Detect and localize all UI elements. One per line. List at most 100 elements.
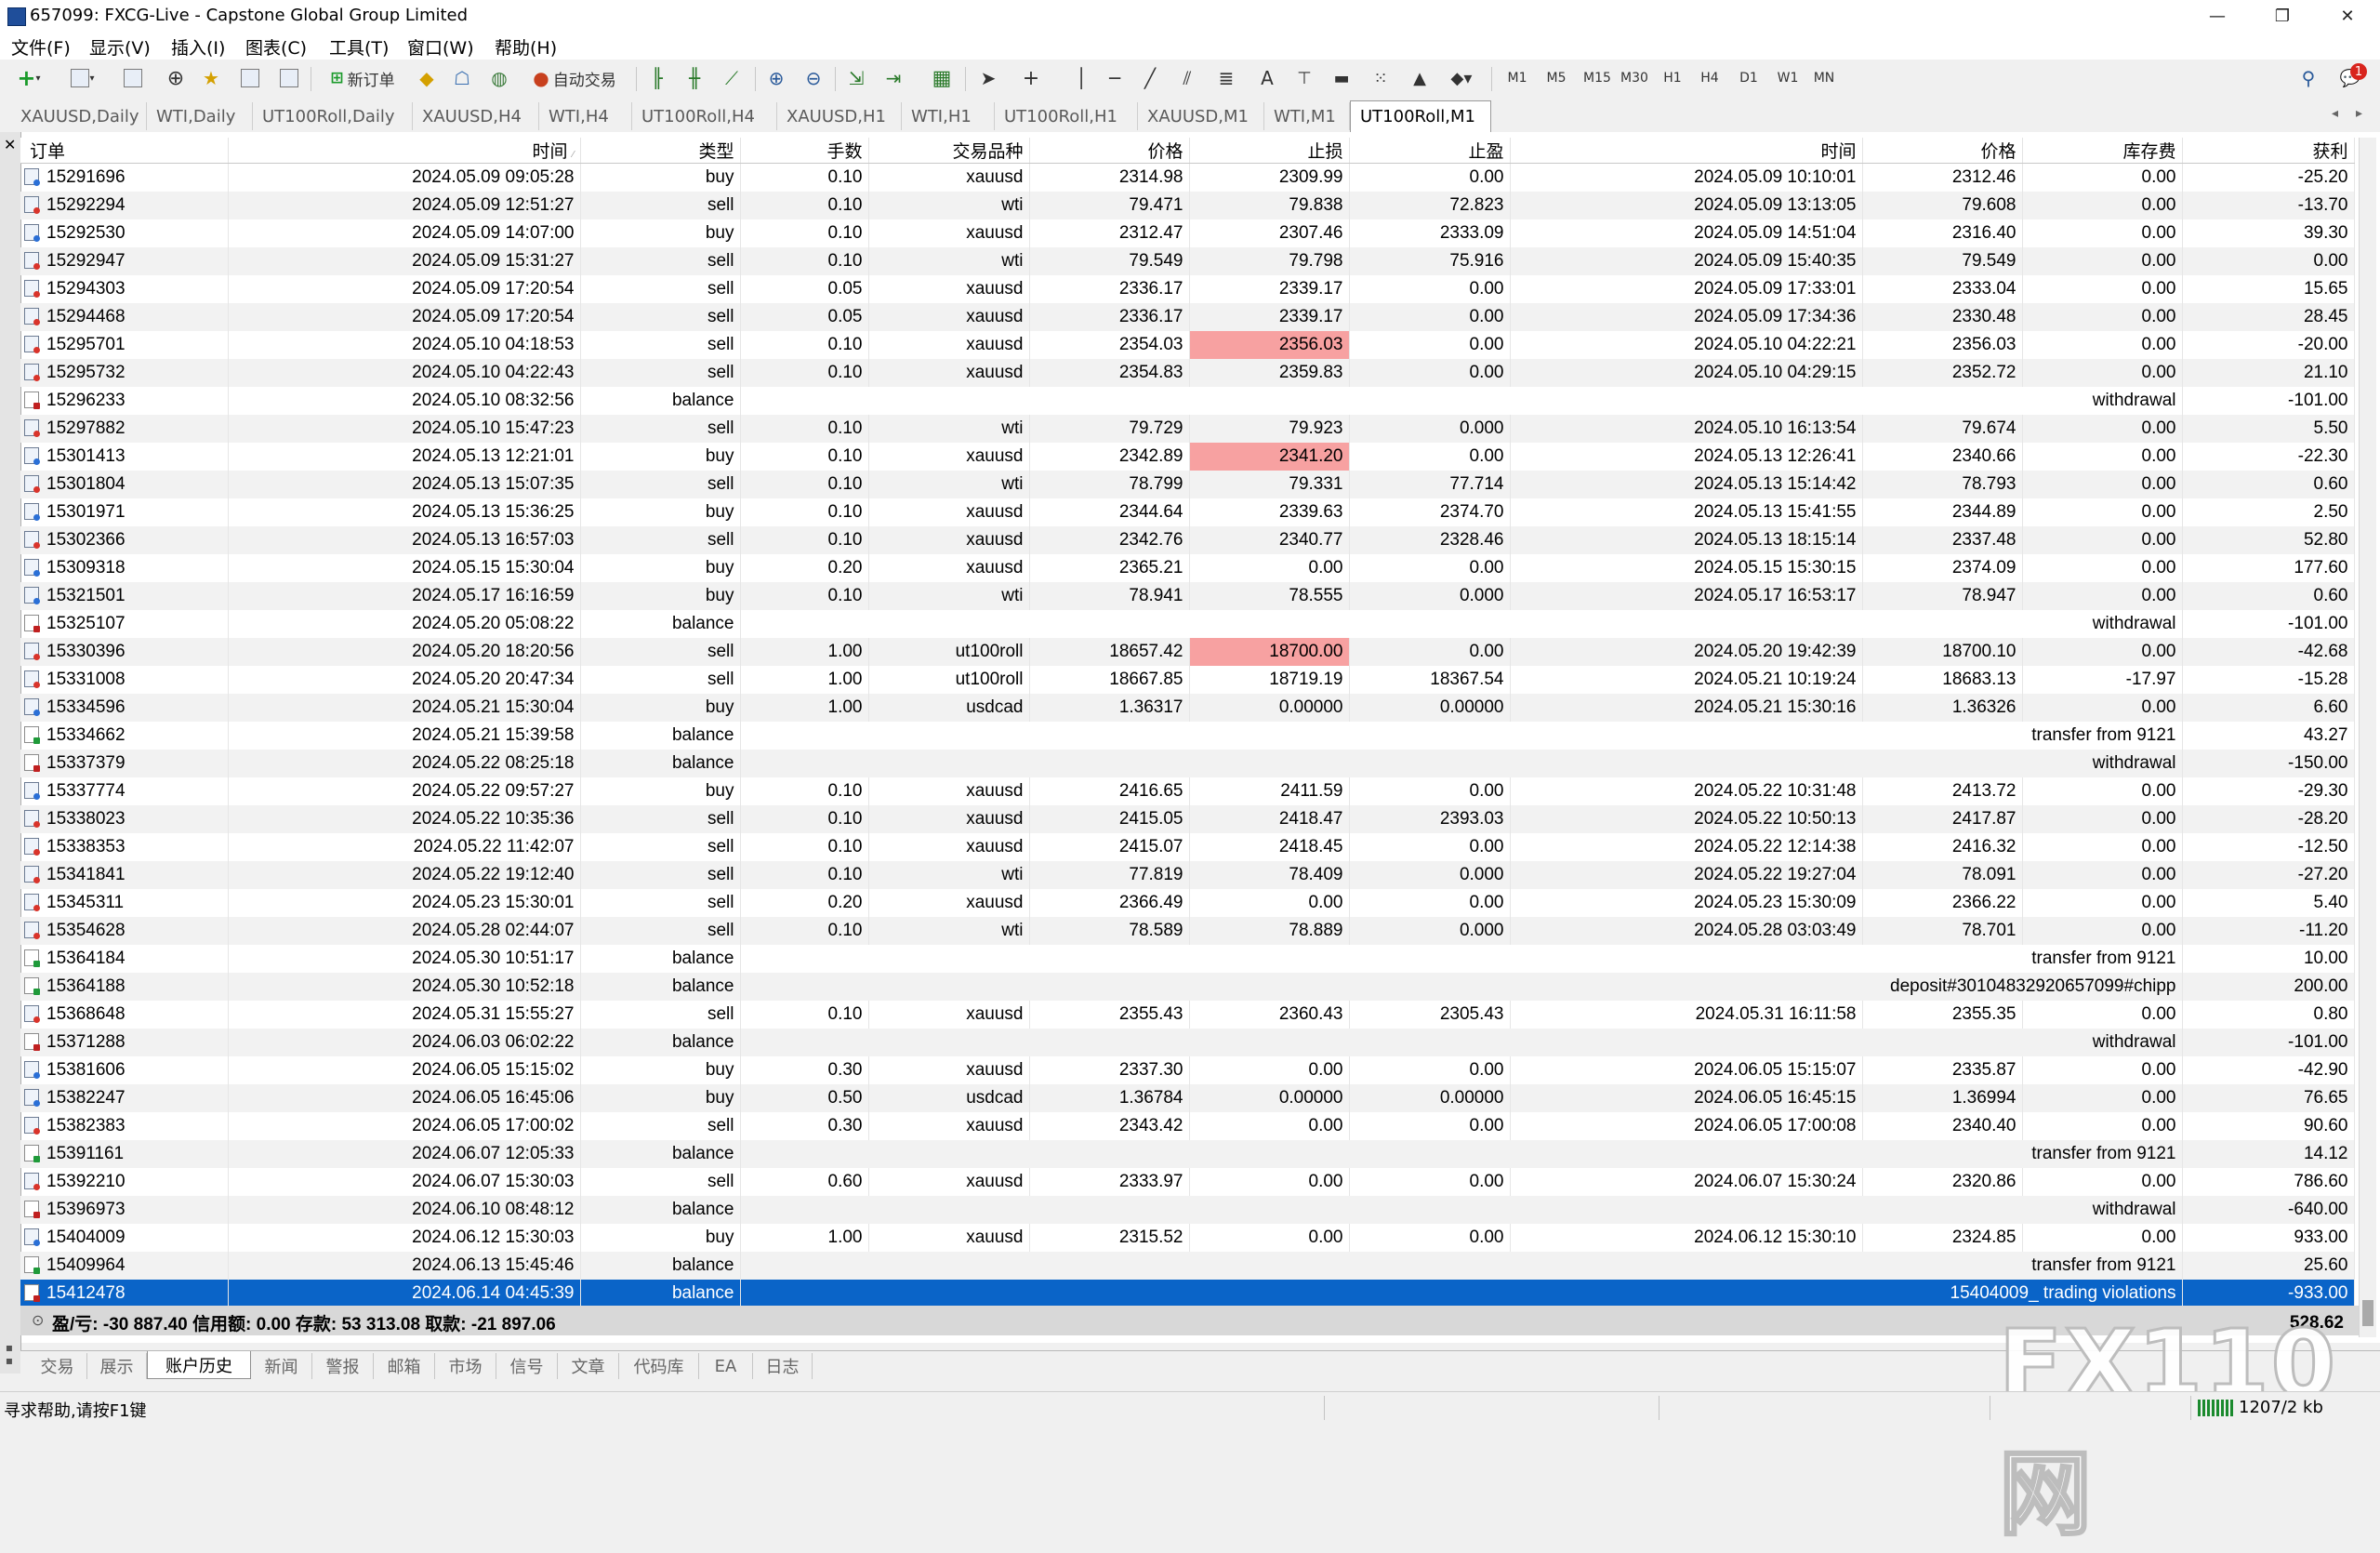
table-row[interactable]: 15409964 2024.06.13 15:45:46 balance transf… bbox=[20, 1252, 2355, 1280]
new-order-button[interactable]: ⊞ 新订单 bbox=[320, 65, 405, 91]
tab-trade[interactable]: 交易 bbox=[28, 1353, 87, 1379]
table-row[interactable]: 15331008 2024.05.20 20:47:34 sell 1.00 ut100… bbox=[20, 666, 2355, 694]
search-button[interactable]: ⚲ bbox=[2294, 65, 2322, 91]
auto-trading-button[interactable]: ● 自动交易 bbox=[522, 65, 627, 91]
menu-charts[interactable]: 图表(C) bbox=[245, 34, 307, 60]
col-close-time[interactable]: 时间 bbox=[1510, 138, 1863, 164]
table-row[interactable]: 15392210 2024.06.07 15:30:03 sell 0.60 xauus… bbox=[20, 1168, 2355, 1196]
close-terminal-icon[interactable]: ✕ bbox=[4, 136, 16, 153]
chart-tab-wti-m1[interactable]: WTI,M1 bbox=[1264, 102, 1350, 130]
metaeditor-button[interactable]: ◆ bbox=[413, 65, 441, 91]
table-row[interactable]: 15391161 2024.06.07 12:05:33 balance transf… bbox=[20, 1140, 2355, 1168]
chart-tab-xauusd-h4[interactable]: XAUUSD,H4 bbox=[413, 102, 539, 130]
table-row[interactable]: 15295701 2024.05.10 04:18:53 sell 0.10 xauus… bbox=[20, 331, 2355, 359]
tab-scroll-left-icon[interactable]: ◂ bbox=[2332, 106, 2338, 121]
table-row[interactable]: 15295732 2024.05.10 04:22:43 sell 0.10 xauus… bbox=[20, 359, 2355, 387]
cursor-button[interactable]: ➤ bbox=[974, 65, 1002, 91]
text-button[interactable]: A bbox=[1253, 65, 1281, 91]
tab-mailbox[interactable]: 邮箱 bbox=[374, 1353, 435, 1379]
timeframe-m15[interactable]: M15 bbox=[1577, 65, 1618, 91]
vertical-scrollbar[interactable] bbox=[2359, 138, 2376, 1337]
table-row[interactable]: 15292294 2024.05.09 12:51:27 sell 0.10 wti 79… bbox=[20, 192, 2355, 219]
data-window-button[interactable]: ⊕ bbox=[162, 65, 190, 91]
notifications-button[interactable]: 💬 1 bbox=[2332, 63, 2369, 91]
terminal-button[interactable] bbox=[236, 65, 264, 91]
table-row[interactable]: 15297882 2024.05.10 15:47:23 sell 0.10 wti 79… bbox=[20, 415, 2355, 443]
table-row[interactable]: 15338023 2024.05.22 10:35:36 sell 0.10 xauus… bbox=[20, 805, 2355, 833]
table-row[interactable]: 15292947 2024.05.09 15:31:27 sell 0.10 wti 79… bbox=[20, 247, 2355, 275]
table-row[interactable]: 15334662 2024.05.21 15:39:58 balance transf… bbox=[20, 722, 2355, 750]
col-take-profit[interactable]: 止盈 bbox=[1349, 138, 1511, 164]
tab-journal[interactable]: 日志 bbox=[753, 1353, 813, 1379]
table-row[interactable]: 15404009 2024.06.12 15:30:03 buy 1.00 xauusd… bbox=[20, 1224, 2355, 1252]
zoom-out-button[interactable]: ⊖ bbox=[800, 65, 827, 91]
gann-button[interactable]: ⁙ bbox=[1367, 65, 1395, 91]
menu-tools[interactable]: 工具(T) bbox=[329, 34, 389, 60]
chart-tab-wti-daily[interactable]: WTI,Daily bbox=[147, 102, 253, 130]
table-row[interactable]: 15291696 2024.05.09 09:05:28 buy 0.10 xauusd… bbox=[20, 163, 2355, 192]
chart-tab-xauusd-daily[interactable]: XAUUSD,Daily bbox=[11, 102, 147, 130]
table-row[interactable]: 15294303 2024.05.09 17:20:54 sell 0.05 xauus… bbox=[20, 275, 2355, 303]
table-row[interactable]: 15381606 2024.06.05 15:15:02 buy 0.30 xauusd… bbox=[20, 1056, 2355, 1084]
channel-button[interactable]: ⫽ bbox=[1173, 65, 1201, 91]
timeframe-mn[interactable]: MN bbox=[1807, 65, 1841, 91]
tab-code-base[interactable]: 代码库 bbox=[619, 1353, 699, 1379]
chart-tab-xauusd-m1[interactable]: XAUUSD,M1 bbox=[1138, 102, 1264, 130]
tab-exposure[interactable]: 展示 bbox=[87, 1353, 147, 1379]
tab-news[interactable]: 新闻 bbox=[251, 1353, 312, 1379]
chart-tab-ut100roll-h1[interactable]: UT100Roll,H1 bbox=[995, 102, 1138, 130]
zoom-in-button[interactable]: ⊕ bbox=[762, 65, 790, 91]
candlestick-button[interactable]: ╫ bbox=[681, 65, 708, 91]
timeframe-m5[interactable]: M5 bbox=[1540, 65, 1573, 91]
auto-scroll-button[interactable]: ⇲ bbox=[842, 65, 870, 91]
chart-tab-ut100roll-m1[interactable]: UT100Roll,M1 bbox=[1350, 100, 1491, 132]
profiles-button[interactable]: ▾ bbox=[60, 65, 106, 91]
timeframe-m1[interactable]: M1 bbox=[1501, 65, 1534, 91]
table-row[interactable]: 15338353 2024.05.22 11:42:07 sell 0.10 xauus… bbox=[20, 833, 2355, 861]
tab-scroll-right-icon[interactable]: ▸ bbox=[2356, 106, 2362, 121]
menu-help[interactable]: 帮助(H) bbox=[495, 34, 557, 60]
table-row[interactable]: 15396973 2024.06.10 08:48:12 balance withdr… bbox=[20, 1196, 2355, 1224]
minimize-button[interactable]: — bbox=[2185, 0, 2250, 32]
tester-button[interactable] bbox=[275, 65, 303, 91]
chart-tab-wti-h1[interactable]: WTI,H1 bbox=[902, 102, 995, 130]
table-row[interactable]: 15334596 2024.05.21 15:30:04 buy 1.00 usdcad… bbox=[20, 694, 2355, 722]
col-stop-loss[interactable]: 止损 bbox=[1189, 138, 1350, 164]
table-row[interactable]: 15294468 2024.05.09 17:20:54 sell 0.05 xauus… bbox=[20, 303, 2355, 331]
table-row[interactable]: 15337379 2024.05.22 08:25:18 balance withdr… bbox=[20, 750, 2355, 777]
table-row[interactable]: 15296233 2024.05.10 08:32:56 balance withdr… bbox=[20, 387, 2355, 415]
table-row[interactable]: 15354628 2024.05.28 02:44:07 sell 0.10 wti 78… bbox=[20, 917, 2355, 945]
close-button[interactable]: ✕ bbox=[2315, 0, 2380, 32]
crosshair-button[interactable]: + bbox=[1017, 65, 1045, 91]
col-order[interactable]: 订单 bbox=[20, 138, 229, 164]
tab-experts[interactable]: EA bbox=[699, 1353, 753, 1379]
menu-window[interactable]: 窗口(W) bbox=[407, 34, 474, 60]
chart-tab-xauusd-h1[interactable]: XAUUSD,H1 bbox=[777, 102, 902, 130]
table-row[interactable]: 15371288 2024.06.03 06:02:22 balance withdr… bbox=[20, 1029, 2355, 1056]
table-row[interactable]: 15412478 2024.06.14 04:45:39 balance 154040… bbox=[20, 1280, 2355, 1307]
fibonacci-button[interactable]: ≣ bbox=[1212, 65, 1240, 91]
table-row[interactable]: 15292530 2024.05.09 14:07:00 buy 0.10 xauusd… bbox=[20, 219, 2355, 247]
tile-windows-button[interactable]: ▦ bbox=[928, 65, 956, 91]
tab-signals[interactable]: 信号 bbox=[496, 1353, 558, 1379]
triangle-button[interactable]: ▲ bbox=[1406, 65, 1434, 91]
col-open-price[interactable]: 价格 bbox=[1029, 138, 1190, 164]
tab-articles[interactable]: 文章 bbox=[558, 1353, 619, 1379]
tab-account-history[interactable]: 账户历史 bbox=[147, 1351, 251, 1379]
col-profit[interactable]: 获利 bbox=[2182, 138, 2355, 164]
table-row[interactable]: 15321501 2024.05.17 16:16:59 buy 0.10 wti 78.… bbox=[20, 582, 2355, 610]
chart-tab-wti-h4[interactable]: WTI,H4 bbox=[539, 102, 632, 130]
table-row[interactable]: 15364188 2024.05.30 10:52:18 balance deposi… bbox=[20, 973, 2355, 1001]
timeframe-h4[interactable]: H4 bbox=[1694, 65, 1726, 91]
table-row[interactable]: 15368648 2024.05.31 15:55:27 sell 0.10 xauus… bbox=[20, 1001, 2355, 1029]
vertical-line-button[interactable]: │ bbox=[1067, 65, 1095, 91]
signals-button[interactable]: ☖ bbox=[448, 65, 476, 91]
menu-insert[interactable]: 插入(I) bbox=[171, 34, 225, 60]
new-chart-button[interactable]: + ▾ bbox=[7, 65, 50, 91]
table-row[interactable]: 15364184 2024.05.30 10:51:17 balance transf… bbox=[20, 945, 2355, 973]
menu-view[interactable]: 显示(V) bbox=[89, 34, 151, 60]
table-row[interactable]: 15301971 2024.05.13 15:36:25 buy 0.10 xauusd… bbox=[20, 498, 2355, 526]
horizontal-line-button[interactable]: ─ bbox=[1101, 65, 1129, 91]
table-row[interactable]: 15345311 2024.05.23 15:30:01 sell 0.20 xauus… bbox=[20, 889, 2355, 917]
table-row[interactable]: 15341841 2024.05.22 19:12:40 sell 0.10 wti 77… bbox=[20, 861, 2355, 889]
